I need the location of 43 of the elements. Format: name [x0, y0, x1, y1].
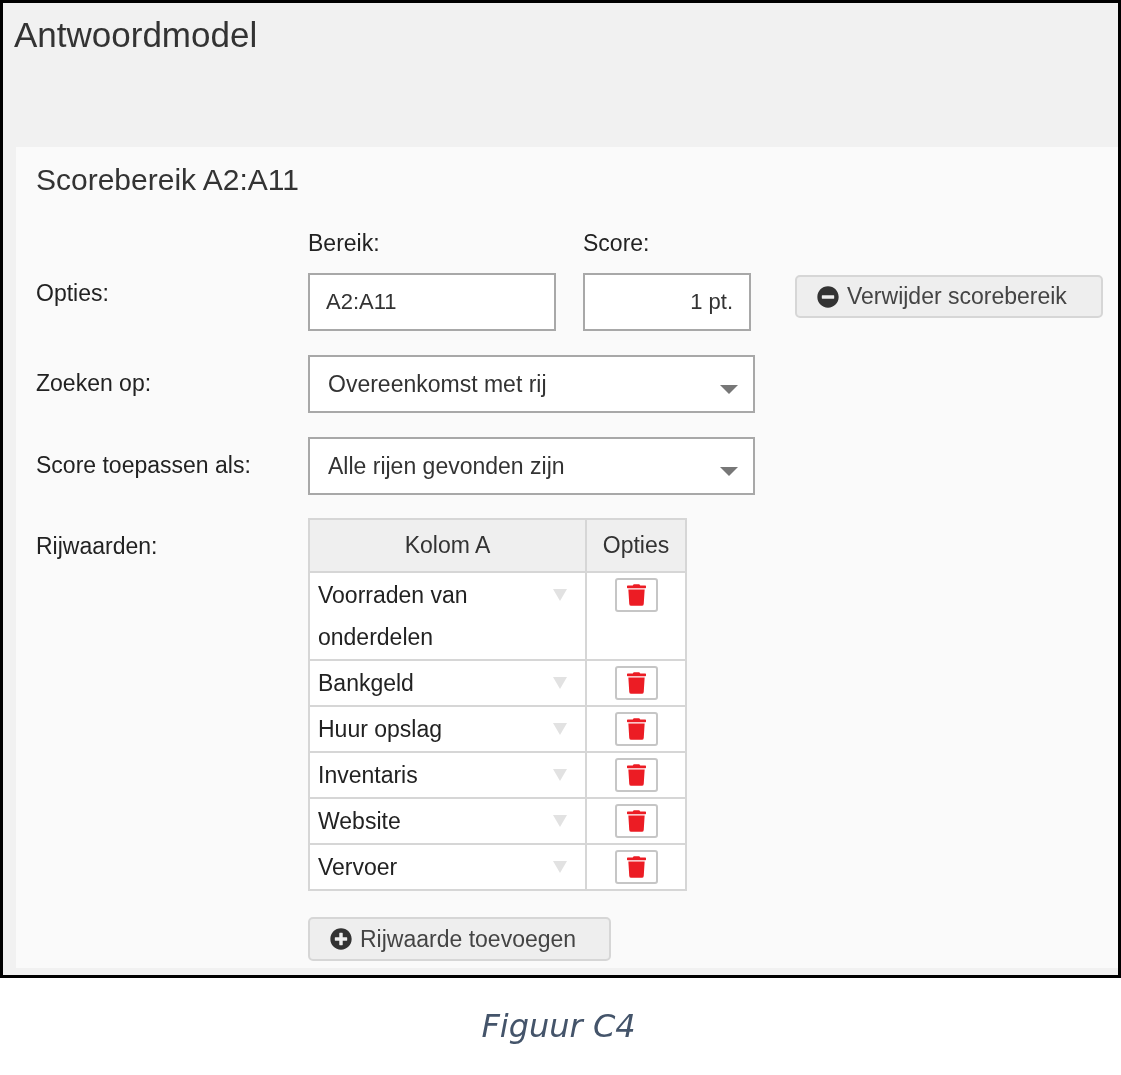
- delete-row-button[interactable]: [614, 804, 658, 838]
- caret-down-icon: [553, 723, 567, 735]
- column-header: Kolom A: [309, 519, 586, 572]
- apply-score-label: Score toepassen als:: [36, 452, 251, 478]
- search-by-select[interactable]: Overeenkomst met rij: [308, 355, 755, 413]
- score-input[interactable]: 1 pt.: [583, 273, 751, 331]
- options-label: Opties:: [36, 280, 109, 306]
- remove-range-button[interactable]: Verwijder scorebereik: [795, 275, 1103, 318]
- column-header: Opties: [586, 519, 686, 572]
- caret-down-icon: [553, 769, 567, 781]
- section-title: Antwoordmodel: [14, 15, 258, 55]
- panel-title: Scorebereik A2:A11: [36, 162, 299, 198]
- trash-icon: [626, 584, 646, 606]
- delete-row-button[interactable]: [614, 666, 658, 700]
- caret-down-icon: [720, 384, 738, 394]
- search-by-label: Zoeken op:: [36, 370, 152, 396]
- delete-row-button[interactable]: [614, 758, 658, 792]
- row-value-dropdown[interactable]: Huur opslag: [309, 706, 586, 752]
- trash-icon: [626, 718, 646, 740]
- trash-icon: [626, 672, 646, 694]
- row-value-dropdown[interactable]: Vervoer: [309, 844, 586, 890]
- delete-row-button[interactable]: [614, 712, 658, 746]
- caret-down-icon: [553, 589, 567, 601]
- add-row-value-button[interactable]: Rijwaarde toevoegen: [308, 917, 611, 961]
- row-values-label: Rijwaarden:: [36, 533, 158, 559]
- trash-icon: [626, 856, 646, 878]
- row-value-dropdown[interactable]: Voorraden van onderdelen: [309, 572, 586, 660]
- row-value-dropdown[interactable]: Website: [309, 798, 586, 844]
- caret-down-icon: [553, 861, 567, 873]
- caret-down-icon: [720, 466, 738, 476]
- trash-icon: [626, 810, 646, 832]
- delete-row-button[interactable]: [614, 850, 658, 884]
- caret-down-icon: [553, 677, 567, 689]
- score-label: Score:: [583, 230, 650, 256]
- row-value-dropdown[interactable]: Inventaris: [309, 752, 586, 798]
- range-input[interactable]: A2:A11: [308, 273, 556, 331]
- row-value-dropdown[interactable]: Bankgeld: [309, 660, 586, 706]
- caret-down-icon: [553, 815, 567, 827]
- delete-row-button[interactable]: [614, 578, 658, 612]
- trash-icon: [626, 764, 646, 786]
- apply-score-select[interactable]: Alle rijen gevonden zijn: [308, 437, 755, 495]
- figure-caption: Figuur C4: [481, 1006, 636, 1046]
- range-label: Bereik:: [308, 230, 380, 256]
